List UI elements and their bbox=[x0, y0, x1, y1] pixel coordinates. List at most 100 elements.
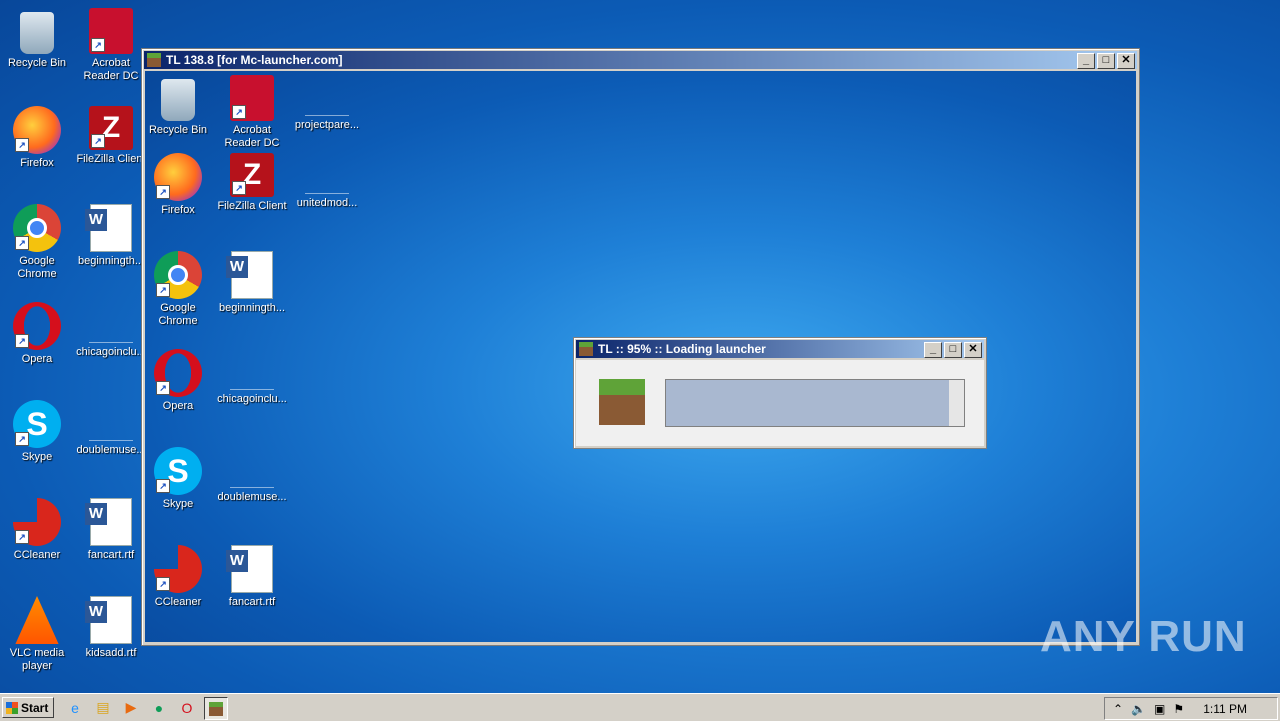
desktop-icon-acrobat[interactable]: ↗ Acrobat Reader DC bbox=[74, 8, 148, 83]
desktop-icon-opera[interactable]: ↗ Opera bbox=[0, 302, 74, 366]
inner-icon-doublemuse[interactable]: doublemuse... bbox=[215, 447, 289, 504]
clock[interactable]: 1:11 PM bbox=[1203, 702, 1247, 716]
inner-icon-ccleaner[interactable]: ↗ CCleaner bbox=[145, 545, 215, 609]
ccleaner-icon: ↗ bbox=[154, 545, 202, 593]
dialog-body bbox=[576, 360, 984, 446]
desktop-icon-skype[interactable]: S ↗ Skype bbox=[0, 400, 74, 464]
recycle-bin-icon bbox=[161, 79, 195, 121]
volume-icon[interactable]: 🔈 bbox=[1131, 702, 1146, 716]
firefox-icon: ↗ bbox=[154, 153, 202, 201]
progress-fill bbox=[666, 380, 950, 426]
chevron-up-icon[interactable]: ⌃ bbox=[1113, 702, 1123, 716]
desktop-icon-label: beginningth... bbox=[77, 255, 145, 267]
desktop-icon-kidsadd[interactable]: kidsadd.rtf bbox=[74, 596, 148, 660]
acrobat-icon: ↗ bbox=[89, 8, 133, 54]
inner-icon-acrobat[interactable]: ↗ Acrobat Reader DC bbox=[215, 75, 289, 150]
inner-icon-unitedmod[interactable]: unitedmod... bbox=[290, 153, 364, 210]
filezilla-icon: Z ↗ bbox=[89, 106, 133, 150]
ccleaner-icon: ↗ bbox=[13, 498, 61, 546]
blank-file-icon bbox=[89, 400, 133, 441]
desktop-icon-ccleaner[interactable]: ↗ CCleaner bbox=[0, 498, 74, 562]
inner-icon-projectpare[interactable]: projectpare... bbox=[290, 75, 364, 132]
minecraft-grass-block-icon bbox=[599, 379, 645, 425]
inner-icon-opera[interactable]: ↗ Opera bbox=[145, 349, 215, 413]
desktop-icon-doublemuse[interactable]: doublemuse... bbox=[74, 400, 148, 457]
word-document-icon bbox=[85, 204, 132, 252]
start-button[interactable]: Start bbox=[2, 697, 54, 718]
blank-file-icon bbox=[89, 302, 133, 343]
opera-icon: ↗ bbox=[13, 302, 61, 350]
inner-icon-filezilla[interactable]: Z ↗ FileZilla Client bbox=[215, 153, 289, 213]
word-document-icon bbox=[85, 596, 132, 644]
word-document-icon bbox=[226, 545, 273, 593]
flag-icon[interactable]: ⚑ bbox=[1173, 702, 1184, 716]
desktop-icon-chicagoinclu[interactable]: chicagoinclu... bbox=[74, 302, 148, 359]
close-button[interactable]: ✕ bbox=[964, 342, 982, 358]
desktop-icon-label: chicagoinclu... bbox=[76, 346, 146, 358]
network-icon[interactable]: ▣ bbox=[1154, 702, 1165, 716]
blank-file-icon bbox=[230, 447, 274, 488]
inner-icon-label: doublemuse... bbox=[217, 491, 287, 503]
desktop-icon-vlc[interactable]: VLC media player bbox=[0, 596, 74, 673]
inner-icon-label: Acrobat Reader DC bbox=[224, 124, 280, 149]
desktop-icon-label: Acrobat Reader DC bbox=[83, 57, 139, 82]
inner-icon-label: Google Chrome bbox=[158, 302, 198, 327]
dialog-title: TL :: 95% :: Loading launcher bbox=[598, 342, 766, 356]
desktop-icon-firefox[interactable]: ↗ Firefox bbox=[0, 106, 74, 170]
media-player-icon[interactable]: ▶ bbox=[120, 697, 142, 718]
inner-icon-label: Recycle Bin bbox=[148, 124, 208, 136]
inner-icon-label: projectpare... bbox=[294, 119, 360, 131]
anyrun-watermark: ANY RUN bbox=[1040, 612, 1247, 661]
desktop-icon-label: FileZilla Client bbox=[76, 153, 146, 165]
desktop-icon-chrome[interactable]: ↗ Google Chrome bbox=[0, 204, 74, 281]
inner-icon-chrome[interactable]: ↗ Google Chrome bbox=[145, 251, 215, 328]
inner-icon-skype[interactable]: S ↗ Skype bbox=[145, 447, 215, 511]
close-button[interactable]: ✕ bbox=[1117, 53, 1135, 69]
desktop-icon-label: Skype bbox=[21, 451, 53, 463]
loading-dialog[interactable]: TL :: 95% :: Loading launcher _ □ ✕ bbox=[573, 337, 987, 449]
windows-logo-icon bbox=[6, 702, 18, 714]
maximize-button[interactable]: □ bbox=[1097, 53, 1115, 69]
desktop-icon-fancart[interactable]: fancart.rtf bbox=[74, 498, 148, 562]
tl-launcher-taskbar-icon[interactable] bbox=[204, 697, 228, 720]
file-explorer-icon[interactable]: ▤ bbox=[92, 697, 114, 718]
window-title: TL 138.8 [for Mc-launcher.com] bbox=[166, 53, 343, 67]
chrome-icon[interactable]: ● bbox=[148, 697, 170, 718]
desktop-icon-label: Recycle Bin bbox=[7, 57, 67, 69]
inner-icon-firefox[interactable]: ↗ Firefox bbox=[145, 153, 215, 217]
opera-icon[interactable]: O bbox=[176, 697, 198, 718]
filezilla-icon: Z ↗ bbox=[230, 153, 274, 197]
desktop-icon-label: kidsadd.rtf bbox=[85, 647, 137, 659]
desktop-icon-label: CCleaner bbox=[13, 549, 61, 561]
quick-launch: e ▤ ▶ ● O bbox=[64, 697, 228, 720]
desktop-icon-beginningth[interactable]: beginningth... bbox=[74, 204, 148, 268]
minecraft-block-icon bbox=[147, 53, 161, 67]
inner-icon-fancart[interactable]: fancart.rtf bbox=[215, 545, 289, 609]
recycle-bin-icon bbox=[20, 12, 54, 54]
inner-icon-beginningth[interactable]: beginningth... bbox=[215, 251, 289, 315]
word-document-icon bbox=[85, 498, 132, 546]
start-label: Start bbox=[21, 701, 49, 715]
chrome-icon: ↗ bbox=[13, 204, 61, 252]
inner-icon-recycle-bin[interactable]: Recycle Bin bbox=[145, 75, 215, 137]
word-document-icon bbox=[226, 251, 273, 299]
inner-icon-label: CCleaner bbox=[154, 596, 202, 608]
inner-icon-label: chicagoinclu... bbox=[217, 393, 287, 405]
blank-file-icon bbox=[305, 153, 349, 194]
taskbar: Start e ▤ ▶ ● O ⌃ 🔈 ▣ ⚑ 1:11 PM bbox=[0, 693, 1280, 721]
window-titlebar[interactable]: TL 138.8 [for Mc-launcher.com] _ □ ✕ bbox=[144, 51, 1137, 69]
internet-explorer-icon[interactable]: e bbox=[64, 697, 86, 718]
dialog-titlebar[interactable]: TL :: 95% :: Loading launcher _ □ ✕ bbox=[576, 340, 984, 358]
desktop-icon-label: VLC media player bbox=[9, 647, 65, 672]
inner-icon-chicagoinclu[interactable]: chicagoinclu... bbox=[215, 349, 289, 406]
desktop-icon-recycle-bin[interactable]: Recycle Bin bbox=[0, 8, 74, 70]
system-tray: ⌃ 🔈 ▣ ⚑ 1:11 PM bbox=[1104, 697, 1278, 720]
minimize-button[interactable]: _ bbox=[1077, 53, 1095, 69]
acrobat-icon: ↗ bbox=[230, 75, 274, 121]
minecraft-block-icon bbox=[579, 342, 593, 356]
desktop-icon-filezilla[interactable]: Z ↗ FileZilla Client bbox=[74, 106, 148, 166]
desktop-icon-label: fancart.rtf bbox=[87, 549, 135, 561]
minimize-button[interactable]: _ bbox=[924, 342, 942, 358]
maximize-button[interactable]: □ bbox=[944, 342, 962, 358]
desktop-icon-label: Opera bbox=[21, 353, 53, 365]
